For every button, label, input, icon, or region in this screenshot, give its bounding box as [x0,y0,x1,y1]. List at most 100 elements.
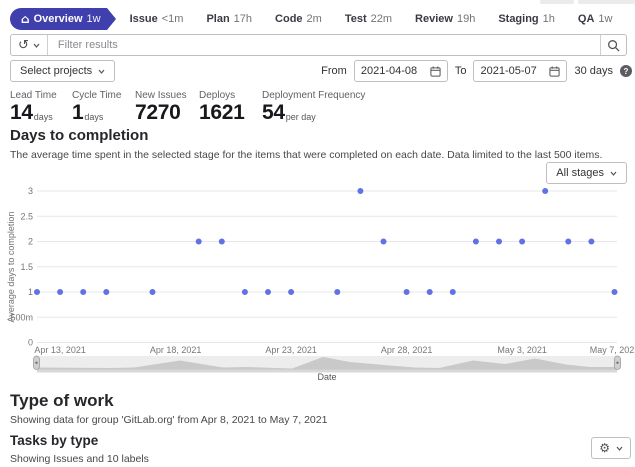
tasks-by-type-subtitle: Showing Issues and 10 labels [10,453,149,465]
chevron-down-icon [33,43,40,48]
stage-filter-label: All stages [556,167,604,179]
data-point[interactable] [149,289,156,295]
nav-stage-review[interactable]: Review 19h [415,13,475,25]
search-button[interactable] [600,35,626,55]
from-date-picker[interactable]: 2021-04-08 [353,60,448,82]
cutoff-button-left [540,0,574,4]
label-settings-dropdown[interactable]: ⚙ [591,437,631,459]
chevron-down-icon [616,446,623,451]
data-point[interactable] [241,289,248,295]
data-point[interactable] [80,289,87,295]
tasks-by-type-title: Tasks by type [10,433,99,448]
data-point[interactable] [218,238,225,245]
data-point[interactable] [103,289,110,295]
stage-name: Plan [206,13,230,25]
stage-duration: 19h [456,13,476,25]
value-stream-analytics-page: ⌂ Overview 1w Issue <1m Plan 17h Code 2m… [0,0,635,467]
days-to-completion-chart: 0500m11.522.53Apr 13, 2021 Apr 18, 2021 Ap… [6,186,635,382]
stage-path-nav: ⌂ Overview 1w Issue <1m Plan 17h Code 2m… [10,8,612,30]
metric-unit: per day [285,112,316,123]
brush-handle-left-dot [35,361,38,364]
data-point[interactable] [449,289,456,295]
gear-icon: ⚙ [599,441,610,455]
stage-name: Test [344,13,367,25]
metric-value: 1621 [199,101,245,124]
y-tick-label: 1 [28,287,33,297]
stage-name: Staging [498,13,539,25]
data-point[interactable] [588,238,595,245]
overview-duration: 1w [86,13,101,25]
y-tick-label: 3 [28,186,33,196]
nav-stage-code[interactable]: Code 2m [275,13,322,25]
data-point[interactable] [57,289,64,295]
x-tick-label: Apr 23, 2021 [265,345,317,355]
metric-label: Cycle Time [72,90,122,101]
data-point[interactable] [472,238,479,245]
metric-cycle-time: Cycle Time 1 days [72,90,121,124]
chevron-down-icon [610,171,617,176]
data-point[interactable] [565,238,572,245]
metric-value: 7270 [135,101,181,124]
chevron-down-icon [98,69,105,74]
metric-unit: days [33,112,53,123]
select-projects-dropdown[interactable]: Select projects [10,60,116,82]
stage-duration: 2m [306,13,322,25]
x-tick-label: Apr 28, 2021 [381,345,433,355]
data-point[interactable] [34,289,40,295]
nav-stage-plan[interactable]: Plan 17h [206,13,252,25]
question-icon[interactable]: ? [620,65,632,77]
stage-filter-dropdown[interactable]: All stages [546,162,627,184]
data-point[interactable] [357,188,364,194]
data-point[interactable] [403,289,410,295]
stage-duration: 17h [233,13,253,25]
data-point[interactable] [288,289,295,295]
y-axis-title: Average days to completion [6,212,16,323]
metric-value: 1 [72,101,84,124]
nav-stage-issue[interactable]: Issue <1m [130,13,184,25]
metric-unit: days [84,112,104,123]
metric-new-issues: New Issues 7270 [135,90,187,124]
metric-label: Lead Time [10,90,57,101]
y-tick-label: 0 [28,338,33,348]
x-tick-label: Apr 18, 2021 [150,345,202,355]
to-date-value: 2021-05-07 [480,65,537,77]
stage-name: QA [577,13,595,25]
cutoff-button-right [578,0,635,4]
stage-duration: 1w [598,13,613,25]
nav-stage-test[interactable]: Test 22m [345,13,392,25]
calendar-icon [430,65,441,77]
history-icon: ↺ [18,37,29,53]
nav-stage-qa[interactable]: QA 1w [578,13,613,25]
data-point[interactable] [265,289,271,295]
from-label: From [321,65,347,77]
data-point[interactable] [426,289,433,295]
badge-arrow [106,8,116,30]
to-date-picker[interactable]: 2021-05-07 [473,60,568,82]
stage-duration: <1m [161,13,184,25]
x-tick-label: May 7, 2021 [590,345,635,355]
y-tick-label: 2.5 [20,211,33,221]
data-point[interactable] [496,238,502,245]
data-point[interactable] [334,289,341,295]
filter-history-dropdown[interactable]: ↺ [11,35,48,55]
calendar-icon [549,65,561,77]
data-point[interactable] [195,238,202,245]
y-tick-label: 2 [28,237,33,247]
stage-name: Review [415,13,453,25]
metric-label: Deploys [199,90,236,101]
home-icon: ⌂ [21,12,30,26]
from-date-value: 2021-04-08 [360,65,418,77]
search-icon [608,39,620,51]
to-label: To [454,65,467,77]
nav-overview-tab[interactable]: ⌂ Overview 1w [10,8,116,30]
nav-stage-staging[interactable]: Staging 1h [498,13,555,25]
data-point[interactable] [611,289,618,295]
x-tick-label: May 3, 2021 [497,345,547,355]
brush-handle-right-dot [616,361,619,364]
data-point[interactable] [519,238,526,245]
data-point[interactable] [542,188,549,194]
filter-results-input[interactable] [47,35,600,55]
data-point[interactable] [380,238,387,245]
x-axis-title: Date [317,372,336,382]
chart-zoom-brush[interactable] [33,355,621,373]
